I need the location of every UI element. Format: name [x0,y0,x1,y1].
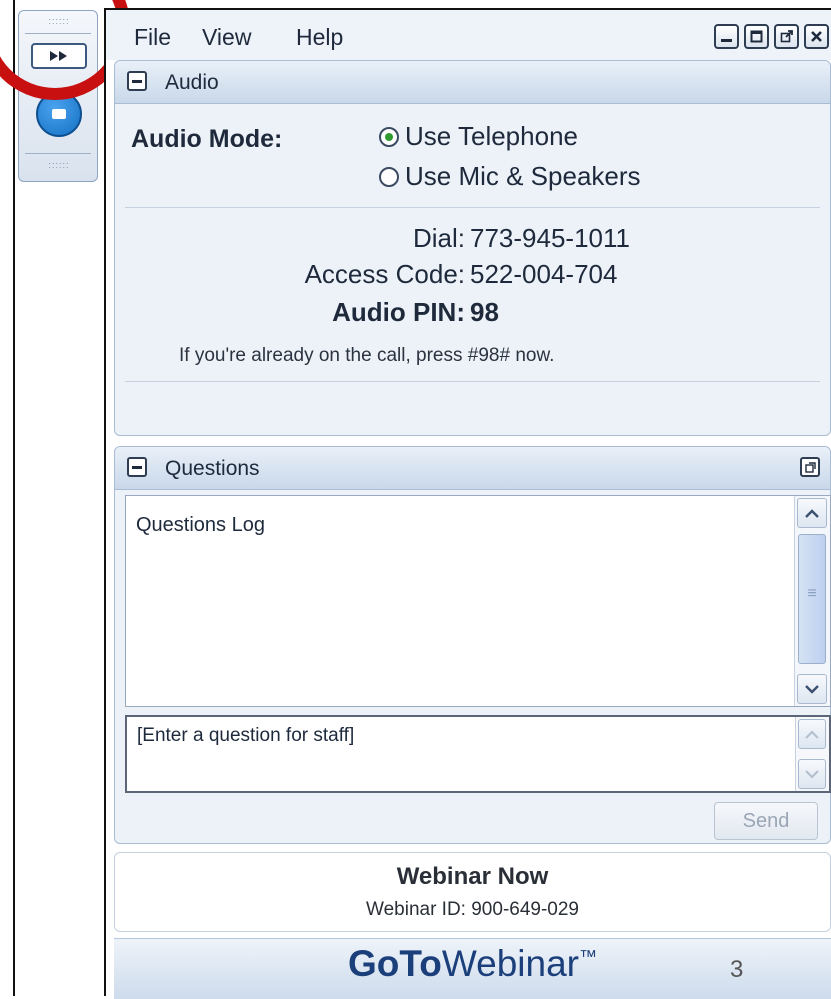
control-panel-strip: :::::: :::::: [18,10,98,182]
close-icon[interactable] [804,24,829,49]
fast-forward-icon [50,51,67,61]
scroll-down-icon[interactable] [798,759,826,789]
gotowebinar-logo: GoToWebinar™ [348,943,597,984]
questions-panel-title: Questions [165,457,260,480]
collapse-audio-icon[interactable] [127,71,147,91]
webinar-title: Webinar Now [396,863,549,890]
webinar-info: Webinar Now Webinar ID: 900-649-029 [114,852,831,932]
brand-bar: GoToWebinar™ [114,938,831,999]
divider [25,153,91,154]
divider [125,207,820,208]
scroll-down-icon[interactable] [797,674,827,704]
questions-panel-header: Questions [115,447,830,490]
popout-questions-icon[interactable] [800,457,820,477]
pin-label-wrap: Audio PIN: [115,297,465,327]
popout-icon[interactable] [774,24,799,49]
dial-number: 773-945-1011 [470,223,630,253]
webinar-id: Webinar ID: 900-649-029 [366,899,579,920]
radio-use-telephone[interactable]: Use Telephone [379,121,578,152]
radio-use-mic-speakers[interactable]: Use Mic & Speakers [379,161,641,192]
audio-pin-label: Audio PIN: [332,297,465,327]
dial-label: Dial: [412,223,465,253]
radio-unselected-icon[interactable] [379,166,399,187]
scroll-up-icon[interactable] [797,498,827,528]
question-input[interactable]: [Enter a question for staff] [125,715,831,793]
divider [25,33,91,34]
divider [125,381,820,382]
window-controls [714,24,829,49]
window-edge [13,0,15,996]
menu-bar: File View Help [106,10,831,60]
questions-log-label: Questions Log [136,514,265,536]
radio-label: Use Telephone [405,121,578,151]
send-button[interactable]: Send [714,802,818,840]
audio-panel-header: Audio [115,61,830,104]
drag-grip-icon[interactable]: :::::: [39,17,79,26]
scroll-thumb[interactable] [798,534,826,664]
slide-number: 3 [730,956,744,983]
question-input-placeholder: [Enter a question for staff] [137,725,355,746]
drag-grip-icon[interactable]: :::::: [39,161,79,170]
access-label-wrap: Access Code: [115,259,465,289]
log-scrollbar[interactable] [794,496,830,706]
input-scrollbar[interactable] [795,717,829,791]
menu-view[interactable]: View [202,24,251,51]
scroll-up-icon[interactable] [798,719,826,749]
questions-panel: Questions Questions Log [Enter a questio… [114,446,831,844]
minimize-icon[interactable] [714,24,739,49]
audio-pin: 98 [470,297,499,327]
audio-mode-label: Audio Mode: [131,125,283,153]
dial-label-wrap: Dial: [115,223,465,253]
access-code: 522-004-704 [470,259,618,289]
audio-panel: Audio Audio Mode: Use Telephone Use Mic … [114,60,831,436]
questions-log[interactable]: Questions Log [125,495,831,707]
menu-help[interactable]: Help [296,24,343,51]
radio-label: Use Mic & Speakers [405,161,641,191]
access-code-label: Access Code: [304,259,465,289]
radio-selected-icon[interactable] [379,126,399,147]
menu-file[interactable]: File [134,24,171,51]
expand-panel-button[interactable] [31,43,87,69]
screen-share-icon[interactable] [36,91,82,137]
already-on-call-note: If you're already on the call, press #98… [179,345,555,366]
gotowebinar-control-panel: File View Help Audio Audio Mode: Use Tel… [104,8,831,999]
maximize-icon[interactable] [744,24,769,49]
audio-panel-title: Audio [165,71,219,94]
collapse-questions-icon[interactable] [127,457,147,477]
